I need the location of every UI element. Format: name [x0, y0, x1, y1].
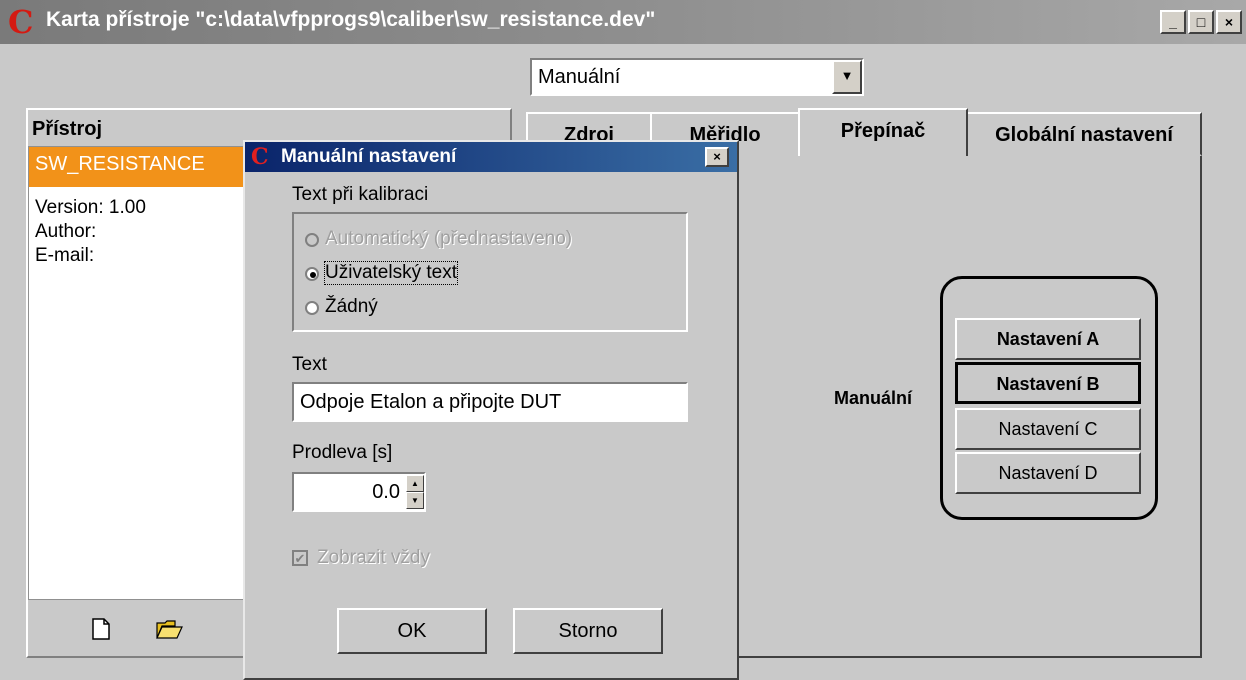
cancel-button[interactable]: Storno — [513, 608, 663, 654]
setting-d-button[interactable]: Nastavení D — [955, 452, 1141, 494]
calibration-text-label: Text při kalibraci — [292, 184, 429, 205]
spin-down-icon[interactable]: ▼ — [406, 492, 424, 509]
chevron-down-icon[interactable]: ▼ — [832, 60, 862, 94]
open-folder-icon[interactable] — [156, 618, 184, 640]
delay-spinner[interactable]: 0.0 ▲ ▼ — [292, 472, 426, 512]
device-panel-title: Přístroj — [32, 118, 103, 140]
text-label: Text — [292, 354, 327, 375]
device-email: E-mail: — [35, 245, 95, 266]
radio-automatic[interactable] — [305, 233, 319, 247]
device-version: Version: 1.00 — [35, 197, 146, 218]
radio-none[interactable] — [305, 301, 319, 315]
always-show-checkbox[interactable]: ✔ — [292, 550, 308, 566]
radio-none-label: Žádný — [325, 296, 378, 317]
window-title: Karta přístroje "c:\data\vfpprogs9\calib… — [46, 8, 656, 31]
list-item-selected[interactable]: SW_RESISTANCE — [29, 147, 247, 187]
setting-b-button[interactable]: Nastavení B — [955, 362, 1141, 404]
radio-user-text-label: Uživatelský text — [324, 261, 458, 285]
dialog-titlebar[interactable]: C Manuální nastavení × — [245, 142, 737, 172]
dialog-close-button[interactable]: × — [705, 147, 729, 167]
dialog-logo-icon: C — [251, 144, 269, 170]
setting-c-button[interactable]: Nastavení C — [955, 408, 1141, 450]
tab-prepinac[interactable]: Přepínač — [798, 108, 968, 156]
mode-select[interactable]: Manuální ▼ — [530, 58, 864, 96]
radio-automatic-label: Automatický (přednastaveno) — [325, 228, 573, 249]
radio-selected-dot — [310, 272, 316, 278]
device-list[interactable]: SW_RESISTANCE Version: 1.00 Author: E-ma… — [28, 146, 247, 600]
delay-label: Prodleva [s] — [292, 442, 393, 463]
window-titlebar[interactable]: C Karta přístroje "c:\data\vfpprogs9\cal… — [0, 0, 1246, 44]
close-button[interactable]: × — [1216, 10, 1242, 34]
mode-select-value: Manuální — [538, 66, 621, 88]
device-author: Author: — [35, 221, 97, 242]
new-file-icon[interactable] — [92, 618, 110, 640]
minimize-button[interactable]: _ — [1160, 10, 1186, 34]
maximize-button[interactable]: □ — [1188, 10, 1214, 34]
manual-settings-dialog: C Manuální nastavení × Text při kalibrac… — [243, 140, 739, 680]
dialog-title: Manuální nastavení — [281, 146, 457, 167]
switch-mode-label: Manuální — [834, 388, 913, 408]
radio-user-text[interactable] — [305, 267, 319, 281]
setting-a-button[interactable]: Nastavení A — [955, 318, 1141, 360]
device-toolbar — [28, 604, 244, 656]
delay-value: 0.0 — [372, 481, 400, 503]
ok-button[interactable]: OK — [337, 608, 487, 654]
app-logo-icon: C — [8, 3, 34, 41]
spin-up-icon[interactable]: ▲ — [406, 475, 424, 492]
tab-globalni-nastaveni[interactable]: Globální nastavení — [966, 112, 1202, 156]
text-field[interactable] — [292, 382, 688, 422]
always-show-label: Zobrazit vždy — [317, 547, 430, 568]
